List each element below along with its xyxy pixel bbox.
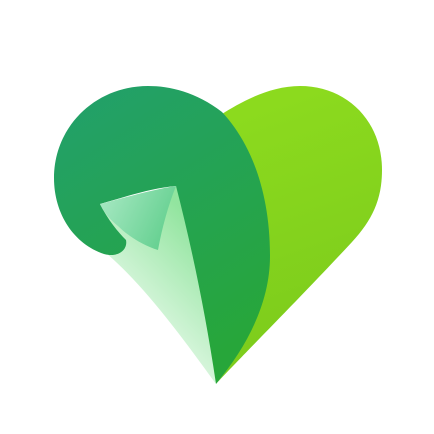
app-icon-canvas xyxy=(0,0,434,434)
green-heart-leaf-icon xyxy=(54,86,382,384)
